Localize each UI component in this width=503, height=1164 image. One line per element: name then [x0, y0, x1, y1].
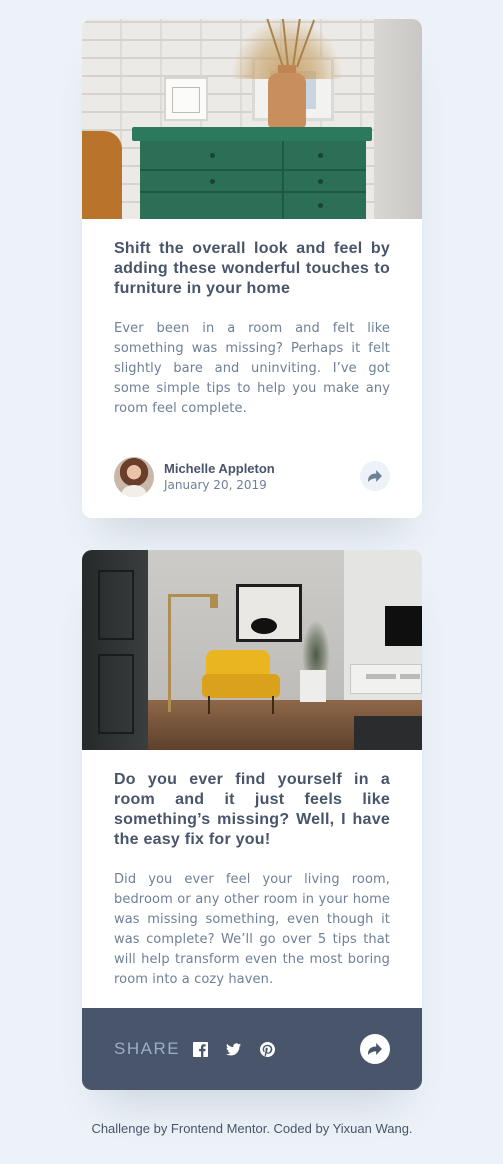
page: Shift the overall look and feel by addin…	[0, 0, 503, 1164]
article-excerpt: Ever been in a room and felt like someth…	[114, 321, 390, 416]
share-arrow-icon	[368, 1043, 382, 1055]
article-body: Shift the overall look and feel by addin…	[82, 219, 422, 419]
share-button[interactable]	[360, 1034, 390, 1064]
twitter-icon[interactable]	[225, 1041, 241, 1057]
facebook-icon[interactable]	[192, 1041, 208, 1057]
article-body: Do you ever find yourself in a room and …	[82, 750, 422, 990]
share-label: SHARE	[114, 1039, 181, 1058]
author-row: Michelle Appleton January 20, 2019	[114, 457, 390, 497]
article-card: Shift the overall look and feel by addin…	[82, 19, 422, 518]
article-image	[82, 550, 422, 750]
share-arrow-icon	[368, 470, 382, 482]
publish-date: January 20, 2019	[164, 478, 267, 492]
share-button[interactable]	[360, 461, 390, 491]
article-card: Do you ever find yourself in a room and …	[82, 550, 422, 1090]
share-panel: SHARE	[82, 1008, 422, 1090]
pinterest-icon[interactable]	[259, 1041, 275, 1057]
article-title: Do you ever find yourself in a room and …	[114, 771, 390, 848]
article-excerpt: Did you ever feel your living room, bedr…	[114, 872, 390, 987]
article-title: Shift the overall look and feel by addin…	[114, 240, 390, 297]
attribution: Challenge by Frontend Mentor. Coded by Y…	[91, 1121, 413, 1136]
avatar	[114, 457, 154, 497]
author-name: Michelle Appleton	[164, 461, 275, 476]
article-image	[82, 19, 422, 219]
